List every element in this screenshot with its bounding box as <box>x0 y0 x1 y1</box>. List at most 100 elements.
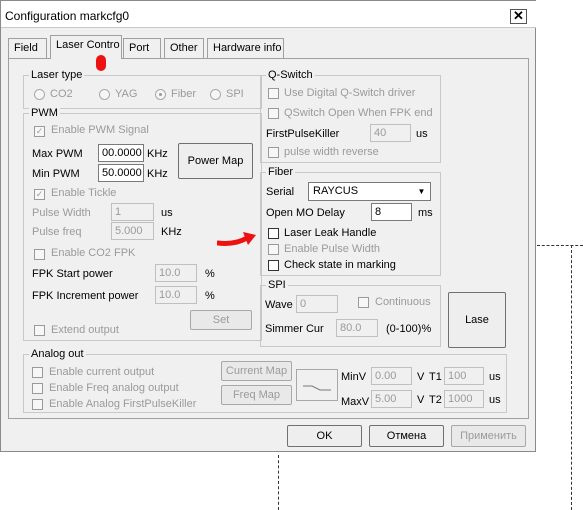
power-map-button[interactable]: Power Map <box>178 143 253 179</box>
tab-port[interactable]: Port <box>123 38 161 58</box>
serial-select-value: RAYCUS <box>313 185 359 197</box>
fiber-label: Fiber <box>266 166 296 178</box>
ok-button[interactable]: OK <box>287 425 362 447</box>
qswitch-label: Q-Switch <box>266 69 315 81</box>
configuration-dialog: Configuration markcfg0 ✕ Field Laser Con… <box>0 0 536 452</box>
min-pwm-unit: KHz <box>147 168 168 180</box>
minv-input[interactable]: 0.00 <box>371 367 412 385</box>
cancel-button[interactable]: Отмена <box>369 425 444 447</box>
min-pwm-input[interactable]: 50.0000 <box>98 164 144 182</box>
radio-fiber[interactable] <box>155 89 166 100</box>
t2-input[interactable]: 1000 <box>444 390 484 408</box>
open-when-fpk-checkbox[interactable] <box>268 108 279 119</box>
spi-label: SPI <box>266 279 288 291</box>
ramp-waveform-icon <box>296 369 338 401</box>
pwm-group: PWM ✓ Enable PWM Signal Max PWM 00.0000 … <box>23 107 262 341</box>
t1-unit: us <box>489 371 501 383</box>
spi-group: SPI Wave 0 Continuous Simmer Cur 80.0 (0… <box>260 279 441 347</box>
pulse-width-reverse-label: pulse width reverse <box>284 146 379 158</box>
open-mo-delay-input[interactable]: 8 <box>371 203 412 221</box>
pulse-freq-input[interactable]: 5.000 <box>111 222 154 240</box>
min-pwm-label: Min PWM <box>32 168 80 180</box>
maxv-label: MaxV <box>341 396 370 408</box>
t1-input[interactable]: 100 <box>444 367 484 385</box>
annotation-mark <box>96 55 106 71</box>
fpk-start-unit: % <box>205 268 215 280</box>
enable-pulse-width-label: Enable Pulse Width <box>284 243 380 255</box>
use-digital-label: Use Digital Q-Switch driver <box>284 87 416 99</box>
apply-button[interactable]: Применить <box>451 425 526 447</box>
minv-unit: V <box>417 371 425 383</box>
max-pwm-label: Max PWM <box>32 148 83 160</box>
radio-co2-label: CO2 <box>50 88 73 100</box>
tab-laser-control[interactable]: Laser Contro <box>50 35 122 59</box>
guide-line-vertical <box>571 245 572 510</box>
enable-tickle-checkbox[interactable]: ✓ <box>34 189 45 200</box>
maxv-input[interactable]: 5.00 <box>371 390 412 408</box>
lase-button[interactable]: Lase <box>448 292 506 348</box>
radio-spi[interactable] <box>210 89 221 100</box>
pulse-width-input[interactable]: 1 <box>111 203 154 221</box>
max-pwm-input[interactable]: 00.0000 <box>98 144 144 162</box>
enable-pwm-checkbox[interactable]: ✓ <box>34 126 45 137</box>
pulse-width-unit: us <box>161 207 173 219</box>
serial-select[interactable]: RAYCUS ▼ <box>308 182 431 201</box>
continuous-checkbox[interactable] <box>358 297 369 308</box>
simmer-cur-input[interactable]: 80.0 <box>336 319 378 337</box>
qswitch-group: Q-Switch Use Digital Q-Switch driver QSw… <box>260 69 441 163</box>
radio-co2[interactable] <box>34 89 45 100</box>
extend-output-checkbox[interactable] <box>34 325 45 336</box>
maxv-unit: V <box>417 394 425 406</box>
fpk-start-input[interactable]: 10.0 <box>155 264 197 282</box>
current-map-button[interactable]: Current Map <box>221 361 292 381</box>
enable-co2-fpk-checkbox[interactable] <box>34 249 45 260</box>
pulse-freq-label: Pulse freq <box>32 226 82 238</box>
simmer-cur-unit: (0-100)% <box>386 323 432 335</box>
annotation-arrow-icon <box>215 230 257 250</box>
tab-label: Other <box>170 42 198 54</box>
open-mo-delay-unit: ms <box>418 207 433 219</box>
tab-hardware-info[interactable]: Hardware info <box>207 38 284 58</box>
tab-other[interactable]: Other <box>164 38 204 58</box>
radio-yag[interactable] <box>99 89 110 100</box>
radio-spi-label: SPI <box>226 88 244 100</box>
laser-type-label: Laser type <box>29 69 85 81</box>
laser-leak-checkbox[interactable] <box>268 228 279 239</box>
tab-label: Laser Contro <box>56 39 120 51</box>
fiber-group: Fiber Serial RAYCUS ▼ Open MO Delay 8 ms… <box>260 166 441 276</box>
pulse-width-reverse-checkbox[interactable] <box>268 147 279 158</box>
enable-current-checkbox[interactable] <box>32 367 43 378</box>
close-icon[interactable]: ✕ <box>510 9 527 24</box>
enable-freq-checkbox[interactable] <box>32 383 43 394</box>
enable-co2-fpk-label: Enable CO2 FPK <box>51 247 136 259</box>
check-state-checkbox[interactable] <box>268 260 279 271</box>
continuous-label: Continuous <box>375 296 431 308</box>
first-pulse-killer-unit: us <box>416 128 428 140</box>
minv-label: MinV <box>341 371 367 383</box>
analog-out-group: Analog out Enable current output Enable … <box>23 348 507 413</box>
enable-freq-label: Enable Freq analog output <box>49 382 179 394</box>
first-pulse-killer-label: FirstPulseKiller <box>266 128 340 140</box>
fpk-increment-unit: % <box>205 290 215 302</box>
analog-out-label: Analog out <box>29 348 86 360</box>
chevron-down-icon[interactable]: ▼ <box>415 185 428 198</box>
fpk-increment-input[interactable]: 10.0 <box>155 286 197 304</box>
simmer-cur-label: Simmer Cur <box>265 323 324 335</box>
tab-label: Field <box>14 42 38 54</box>
radio-yag-label: YAG <box>115 88 138 100</box>
enable-analog-fpk-checkbox[interactable] <box>32 399 43 410</box>
freq-map-button[interactable]: Freq Map <box>221 385 292 405</box>
use-digital-checkbox[interactable] <box>268 88 279 99</box>
set-button[interactable]: Set <box>190 310 252 330</box>
t2-unit: us <box>489 394 501 406</box>
tab-field[interactable]: Field <box>8 38 47 58</box>
first-pulse-killer-input[interactable]: 40 <box>370 124 411 142</box>
check-state-label: Check state in marking <box>284 259 396 271</box>
enable-pulse-width-checkbox[interactable] <box>268 244 279 255</box>
wave-input[interactable]: 0 <box>296 295 338 313</box>
enable-current-label: Enable current output <box>49 366 155 378</box>
fpk-start-label: FPK Start power <box>32 268 113 280</box>
fpk-increment-label: FPK Increment power <box>32 290 139 302</box>
guide-line-horizontal <box>537 245 583 246</box>
enable-pwm-label: Enable PWM Signal <box>51 124 149 136</box>
